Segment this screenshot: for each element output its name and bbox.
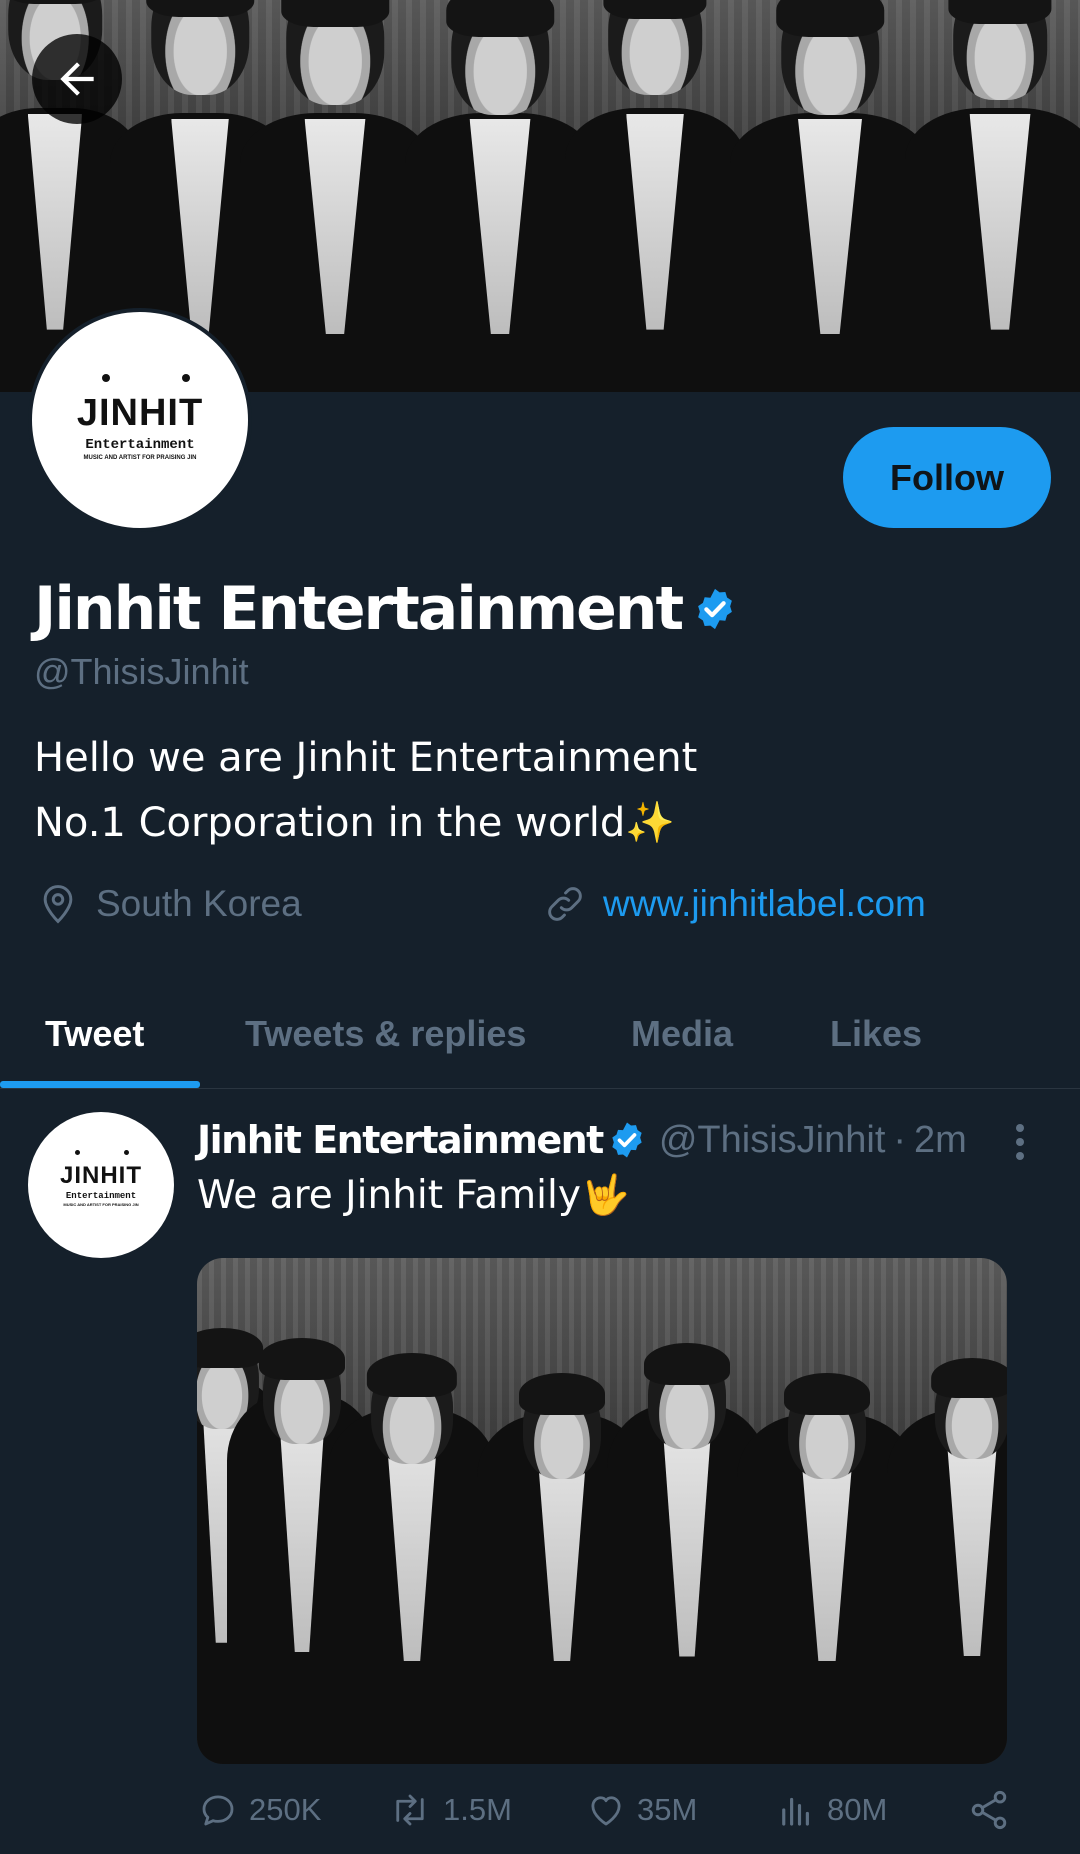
- photo-person-silhouette: [327, 1314, 497, 1764]
- profile-tabs: Tweet Tweets & replies Media Likes: [0, 980, 1080, 1089]
- profile-display-name: Jinhit Entertainment: [34, 574, 738, 644]
- jinhit-logo-small: JINHIT Entertainment MUSIC AND ARTIST FO…: [28, 1150, 174, 1207]
- rock-hand-icon: 🤟: [580, 1173, 630, 1218]
- profile-handle: @ThisisJinhit: [34, 651, 249, 692]
- tab-media[interactable]: Media: [631, 980, 733, 1088]
- tab-likes[interactable]: Likes: [830, 980, 922, 1088]
- more-vertical-icon[interactable]: [1008, 1122, 1032, 1162]
- views-chart-icon: [782, 1797, 809, 1826]
- logo-mark-small: JINHIT: [59, 1162, 142, 1189]
- reply-button[interactable]: 250K: [197, 1782, 321, 1838]
- retweet-icon: [396, 1794, 424, 1826]
- profile-location: South Korea: [36, 882, 302, 926]
- reply-count: 250K: [249, 1792, 322, 1827]
- active-tab-indicator: [0, 1081, 200, 1088]
- tweet-separator: ·: [893, 1118, 907, 1161]
- tweet-text: We are Jinhit Family🤟: [197, 1172, 630, 1218]
- like-count: 35M: [637, 1792, 698, 1827]
- link-icon: [548, 887, 582, 921]
- profile-bio: Hello we are Jinhit Entertainment No.1 C…: [34, 726, 697, 856]
- logo-tagline: MUSIC AND ARTIST FOR PRAISING JIN: [83, 455, 197, 461]
- heart-icon: [591, 1796, 621, 1826]
- jinhit-logo: JINHIT Entertainment MUSIC AND ARTIST FO…: [32, 374, 248, 461]
- back-button[interactable]: [32, 34, 122, 124]
- tweet-media-photo[interactable]: [197, 1258, 1007, 1764]
- tweet-header: Jinhit Entertainment @ThisisJinhit · 2m: [197, 1118, 967, 1162]
- verified-badge-icon: [698, 588, 733, 630]
- display-name-text: Jinhit Entertainment: [34, 574, 684, 644]
- website-link[interactable]: www.jinhitlabel.com: [603, 883, 926, 925]
- photo-person-silhouette: [905, 0, 1080, 392]
- tweet-author-handle[interactable]: @ThisisJinhit: [659, 1119, 886, 1162]
- retweet-count: 1.5M: [443, 1792, 512, 1827]
- location-pin-icon: [43, 885, 73, 924]
- photo-person-silhouette: [565, 0, 745, 392]
- logo-subtitle-small: Entertainment: [65, 1191, 137, 1201]
- tweet-author-avatar[interactable]: JINHIT Entertainment MUSIC AND ARTIST FO…: [28, 1112, 174, 1258]
- logo-mark: JINHIT: [76, 392, 204, 434]
- tweet-author-name[interactable]: Jinhit Entertainment: [197, 1118, 604, 1162]
- follow-button[interactable]: Follow: [843, 427, 1051, 528]
- bio-line-1: Hello we are Jinhit Entertainment: [34, 735, 698, 781]
- bio-line-2-text: No.1 Corporation in the world: [34, 800, 626, 846]
- share-button[interactable]: [967, 1782, 1021, 1838]
- arrow-left-icon: [60, 62, 94, 96]
- profile-website[interactable]: www.jinhitlabel.com: [543, 882, 926, 926]
- views-button[interactable]: 80M: [775, 1782, 887, 1838]
- profile-avatar[interactable]: JINHIT Entertainment MUSIC AND ARTIST FO…: [28, 308, 252, 532]
- logo-subtitle: Entertainment: [85, 437, 195, 453]
- photo-person-silhouette: [730, 0, 930, 392]
- reply-icon: [202, 1795, 234, 1826]
- share-icon: [971, 1790, 1007, 1830]
- like-button[interactable]: 35M: [585, 1782, 697, 1838]
- views-count: 80M: [827, 1792, 888, 1827]
- photo-person-silhouette: [887, 1324, 1007, 1764]
- tweet-actions: 250K 1.5M 35M 80M: [197, 1782, 1027, 1838]
- retweet-button[interactable]: 1.5M: [387, 1782, 512, 1838]
- logo-tagline-small: MUSIC AND ARTIST FOR PRAISING JIN: [63, 1202, 139, 1207]
- tweet-text-content: We are Jinhit Family: [197, 1173, 581, 1218]
- sparkles-icon: ✨: [625, 800, 676, 846]
- tab-tweet[interactable]: Tweet: [45, 980, 144, 1088]
- bio-line-2: No.1 Corporation in the world✨: [34, 791, 697, 856]
- tweet-timestamp[interactable]: 2m: [914, 1119, 967, 1162]
- tab-tweets-replies[interactable]: Tweets & replies: [245, 980, 526, 1088]
- verified-badge-icon: [612, 1122, 642, 1158]
- location-text: South Korea: [96, 883, 302, 924]
- photo-person-silhouette: [240, 0, 430, 392]
